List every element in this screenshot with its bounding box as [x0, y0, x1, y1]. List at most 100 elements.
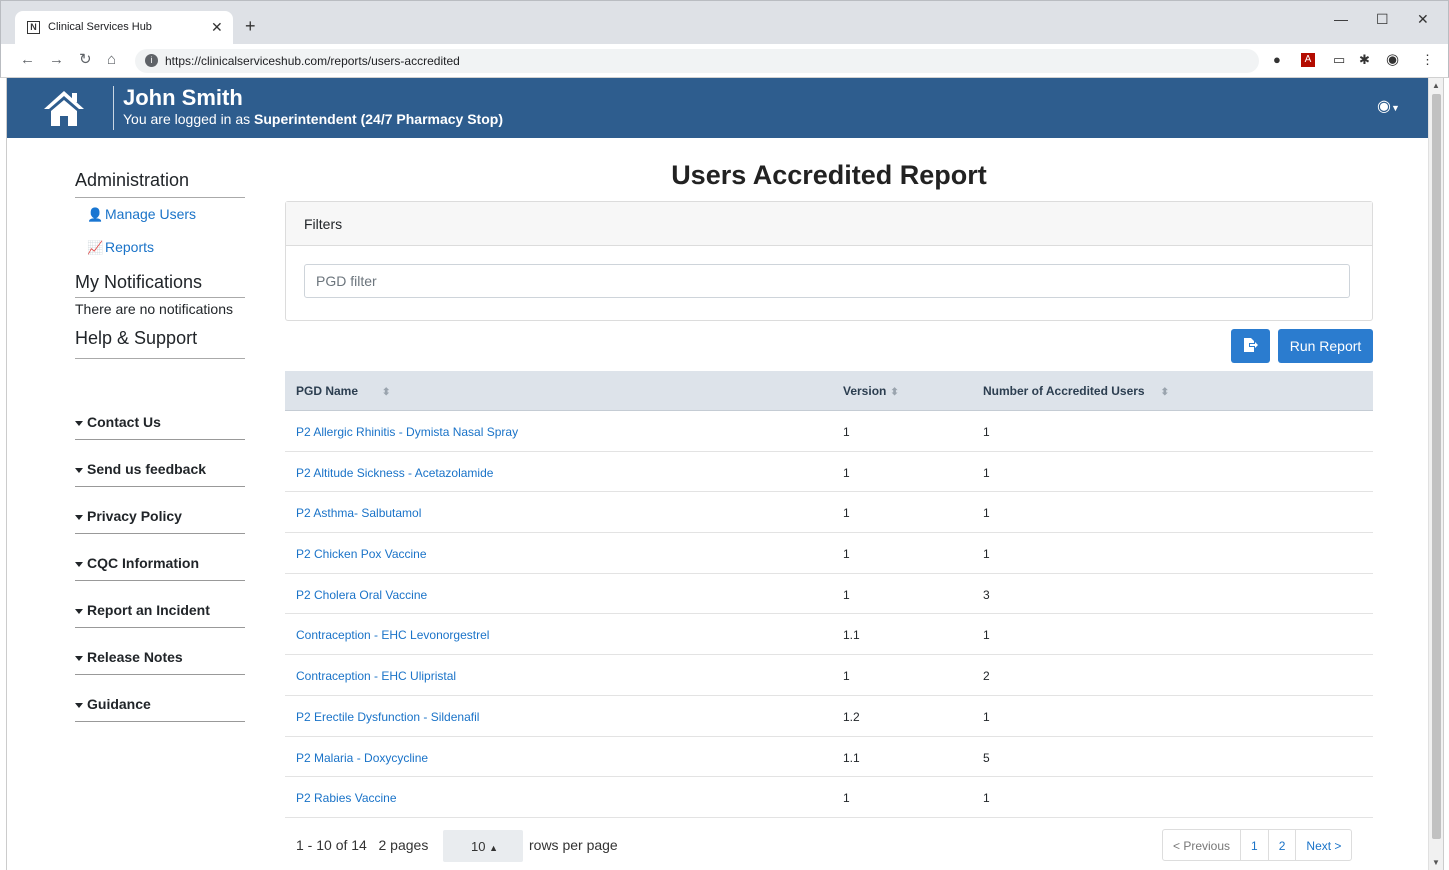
browser-tabstrip: N Clinical Services Hub ✕ + — ☐ ✕ — [0, 0, 1449, 45]
minimize-icon[interactable]: — — [1334, 11, 1348, 27]
sidebar-item-send-feedback[interactable]: Send us feedback — [75, 461, 245, 487]
new-tab-icon[interactable]: + — [245, 17, 256, 35]
column-accredited-users[interactable]: Number of Accredited Users ⬍ — [983, 384, 1169, 398]
table-row: Contraception - EHC Ulipristal 1 2 — [285, 655, 1373, 696]
scroll-down-icon[interactable]: ▼ — [1432, 858, 1440, 867]
table-row: P2 Cholera Oral Vaccine 1 3 — [285, 574, 1373, 615]
cast-icon[interactable]: ▭ — [1333, 53, 1345, 67]
home-icon[interactable] — [43, 89, 85, 127]
filters-heading: Filters — [286, 202, 1372, 246]
maximize-icon[interactable]: ☐ — [1376, 11, 1389, 28]
table-row: P2 Altitude Sickness - Acetazolamide 1 1 — [285, 452, 1373, 493]
address-bar[interactable]: i https://clinicalserviceshub.com/report… — [135, 49, 1259, 73]
users-cell: 1 — [983, 547, 990, 562]
user-circle-icon: ◉ — [1377, 98, 1391, 115]
filters-card: Filters — [285, 201, 1373, 321]
pgd-name-link[interactable]: P2 Altitude Sickness - Acetazolamide — [296, 466, 493, 480]
pgd-name-link[interactable]: P2 Erectile Dysfunction - Sildenafil — [296, 710, 479, 724]
pgd-name-link[interactable]: Contraception - EHC Ulipristal — [296, 669, 456, 683]
rows-per-page-label: rows per page — [529, 837, 618, 853]
help-support-heading: Help & Support — [75, 328, 245, 359]
sort-icon: ⬍ — [382, 387, 391, 398]
table-row: Contraception - EHC Levonorgestrel 1.1 1 — [285, 614, 1373, 656]
rows-per-page-select[interactable]: 10 ▲ — [443, 830, 523, 862]
sidebar-item-manage-users[interactable]: 👤 Manage Users — [87, 206, 245, 223]
version-cell: 1 — [843, 425, 850, 439]
sidebar-item-privacy-policy[interactable]: Privacy Policy — [75, 508, 245, 534]
pager-info: 1 - 10 of 14 2 pages — [296, 837, 428, 853]
users-cell: 1 — [983, 628, 990, 643]
reload-icon[interactable]: ↻ — [79, 52, 92, 68]
pgd-name-link[interactable]: P2 Chicken Pox Vaccine — [296, 547, 427, 561]
sidebar-item-contact-us[interactable]: Contact Us — [75, 414, 245, 440]
scroll-thumb[interactable] — [1432, 94, 1441, 839]
pgd-name-link[interactable]: P2 Allergic Rhinitis - Dymista Nasal Spr… — [296, 425, 518, 439]
pgd-name-link[interactable]: Contraception - EHC Levonorgestrel — [296, 628, 489, 642]
column-pgd-name[interactable]: PGD Name ⬍ — [296, 384, 390, 398]
page-scrollbar[interactable]: ▲ ▼ — [1428, 78, 1443, 870]
window-right-border — [1443, 78, 1449, 870]
send-feedback-label: Send us feedback — [87, 461, 207, 477]
export-file-icon — [1243, 337, 1258, 352]
logged-in-prefix: You are logged in as — [123, 111, 255, 127]
header-divider — [113, 86, 114, 130]
users-cell: 5 — [983, 750, 990, 765]
pager-pages: 2 pages — [378, 837, 429, 853]
users-cell: 1 — [983, 709, 990, 724]
caret-down-icon — [75, 420, 83, 426]
table-row: P2 Asthma- Salbutamol 1 1 — [285, 492, 1373, 534]
pgd-name-link[interactable]: P2 Rabies Vaccine — [296, 791, 397, 805]
tab-close-icon[interactable]: ✕ — [211, 19, 223, 36]
rows-per-page-value: 10 — [471, 839, 486, 854]
sidebar: Administration 👤 Manage Users 📈 Reports My… — [75, 170, 245, 722]
pgd-filter-input[interactable] — [304, 264, 1350, 298]
profile-icon[interactable]: ◉ — [1386, 52, 1399, 67]
forward-icon[interactable]: → — [49, 52, 64, 68]
back-icon[interactable]: ← — [20, 52, 35, 68]
page-2-button[interactable]: 2 — [1269, 830, 1297, 860]
sidebar-item-cqc-information[interactable]: CQC Information — [75, 555, 245, 581]
version-header: Version — [843, 384, 887, 398]
users-cell: 1 — [983, 425, 990, 439]
report-table: PGD Name ⬍ Version ⬍ Number of Accredited … — [285, 371, 1373, 818]
accredited-users-header: Number of Accredited Users — [983, 384, 1145, 398]
sidebar-item-reports[interactable]: 📈 Reports — [87, 239, 245, 256]
table-row: P2 Chicken Pox Vaccine 1 1 — [285, 533, 1373, 574]
caret-down-icon — [75, 514, 83, 520]
column-version[interactable]: Version ⬍ — [843, 384, 899, 398]
pgd-name-link[interactable]: P2 Malaria - Doxycycline — [296, 751, 428, 765]
next-page-button[interactable]: Next > — [1296, 830, 1351, 860]
page-1-button[interactable]: 1 — [1241, 830, 1269, 860]
previous-page-button[interactable]: < Previous — [1163, 830, 1242, 860]
extensions-puzzle-icon[interactable]: ✱ — [1359, 53, 1370, 67]
no-notifications-text: There are no notifications — [75, 301, 233, 317]
account-menu[interactable]: ◉▼ — [1377, 96, 1400, 116]
version-cell: 1.1 — [843, 628, 860, 643]
sidebar-item-report-incident[interactable]: Report an Incident — [75, 602, 245, 628]
version-cell: 1.1 — [843, 750, 860, 765]
version-cell: 1 — [843, 791, 850, 806]
scroll-up-icon[interactable]: ▲ — [1432, 81, 1440, 90]
browser-menu-icon[interactable]: ⋮ — [1421, 53, 1434, 67]
caret-up-icon: ▲ — [489, 843, 499, 853]
extension-circle-icon[interactable]: ● — [1273, 53, 1281, 67]
release-notes-label: Release Notes — [87, 649, 183, 665]
window-close-icon[interactable]: ✕ — [1417, 11, 1429, 28]
line-chart-icon: 📈 — [87, 240, 104, 255]
home-browser-icon[interactable]: ⌂ — [107, 52, 116, 68]
run-report-button[interactable]: Run Report — [1278, 329, 1373, 363]
pdf-extension-icon[interactable]: A — [1301, 53, 1315, 67]
pgd-name-link[interactable]: P2 Asthma- Salbutamol — [296, 506, 421, 520]
site-info-icon[interactable]: i — [145, 54, 158, 67]
notifications-heading: My Notifications — [75, 272, 245, 298]
sidebar-item-guidance[interactable]: Guidance — [75, 696, 245, 722]
reports-label: Reports — [105, 239, 155, 255]
sidebar-item-release-notes[interactable]: Release Notes — [75, 649, 245, 675]
browser-tab[interactable]: N Clinical Services Hub ✕ — [15, 11, 233, 45]
url-text: https://clinicalserviceshub.com/reports/… — [165, 54, 460, 68]
table-row: P2 Allergic Rhinitis - Dymista Nasal Spr… — [285, 411, 1373, 452]
export-button[interactable] — [1231, 329, 1270, 363]
contact-us-label: Contact Us — [87, 414, 161, 430]
pagination: < Previous 1 2 Next > — [1162, 829, 1353, 861]
pgd-name-link[interactable]: P2 Cholera Oral Vaccine — [296, 588, 427, 602]
